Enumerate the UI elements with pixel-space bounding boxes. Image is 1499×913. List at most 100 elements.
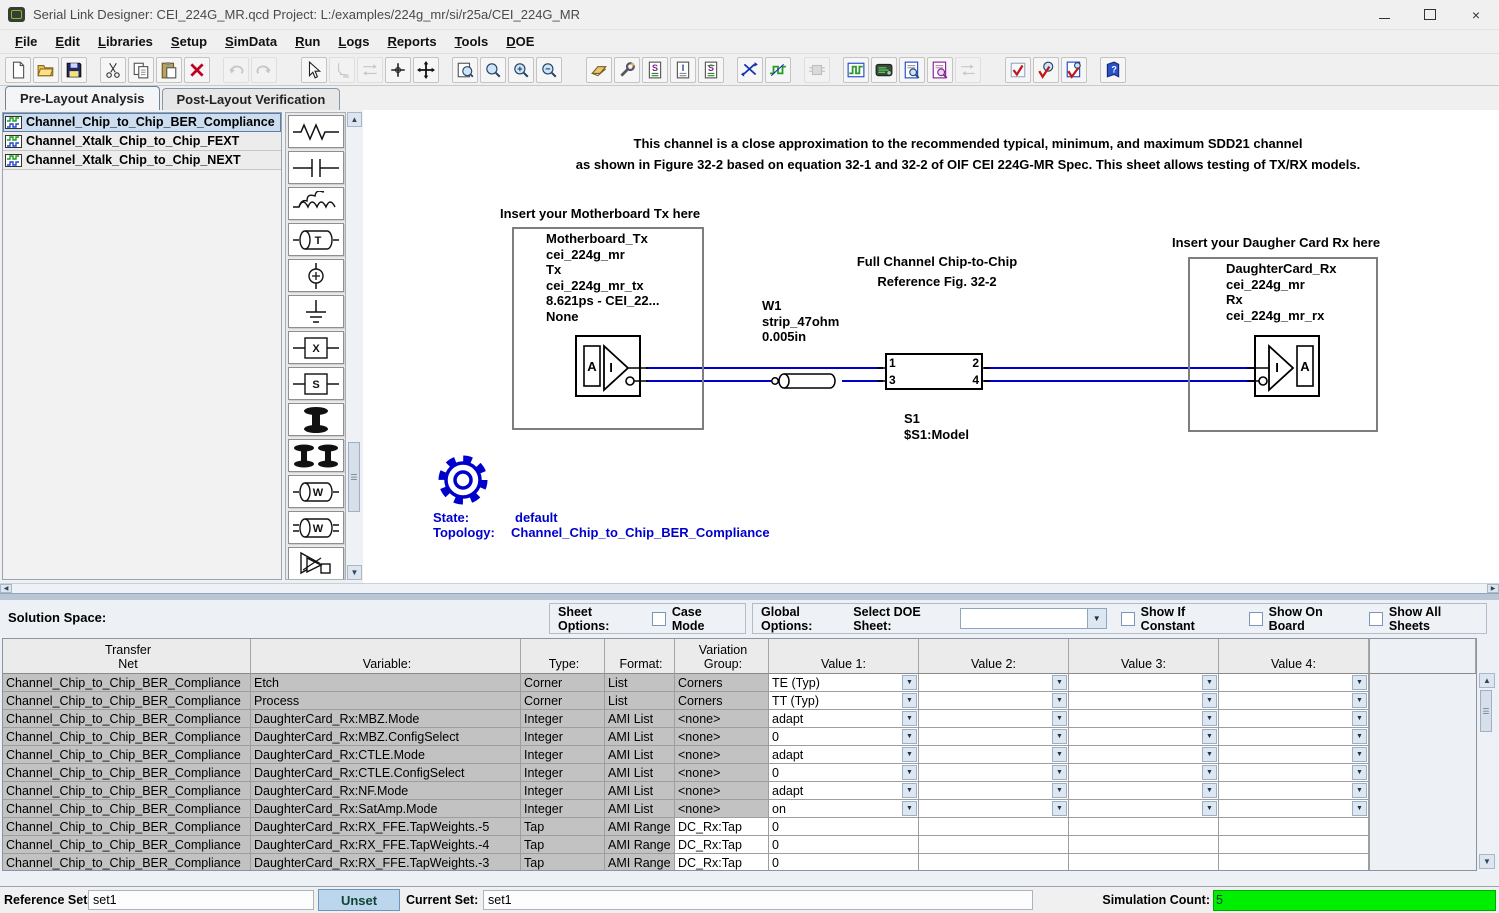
net-waveform-icon[interactable] bbox=[765, 57, 791, 83]
view-netlist-icon[interactable] bbox=[899, 57, 925, 83]
cell-value1[interactable]: 0▼ bbox=[769, 728, 919, 746]
palette-ground[interactable] bbox=[288, 295, 344, 328]
save-file-icon[interactable] bbox=[61, 57, 87, 83]
dropdown-arrow-icon[interactable]: ▼ bbox=[902, 801, 917, 816]
dropdown-arrow-icon[interactable]: ▼ bbox=[1352, 783, 1367, 798]
dropdown-arrow-icon[interactable]: ▼ bbox=[1202, 783, 1217, 798]
scroll-up-icon[interactable]: ▲ bbox=[1479, 673, 1495, 688]
dropdown-arrow-icon[interactable]: ▼ bbox=[1052, 783, 1067, 798]
zoom-full-icon[interactable] bbox=[452, 57, 478, 83]
dropdown-arrow-icon[interactable]: ▼ bbox=[1088, 608, 1107, 629]
menu-setup[interactable]: Setup bbox=[162, 32, 216, 51]
palette-via-pair[interactable] bbox=[288, 439, 344, 472]
palette-s-block[interactable]: S bbox=[288, 367, 344, 400]
net-transfer-icon[interactable] bbox=[737, 57, 763, 83]
minimize-icon[interactable] bbox=[1361, 0, 1407, 29]
dropdown-arrow-icon[interactable]: ▼ bbox=[1202, 693, 1217, 708]
dropdown-arrow-icon[interactable]: ▼ bbox=[1052, 801, 1067, 816]
dropdown-arrow-icon[interactable]: ▼ bbox=[902, 765, 917, 780]
open-file-icon[interactable] bbox=[33, 57, 59, 83]
menu-simdata[interactable]: SimData bbox=[216, 32, 286, 51]
cell-value3[interactable]: ▼ bbox=[1069, 674, 1219, 692]
dropdown-arrow-icon[interactable]: ▼ bbox=[902, 693, 917, 708]
tree-item-xtalk-next[interactable]: Channel_Xtalk_Chip_to_Chip_NEXT bbox=[3, 151, 281, 170]
cell-value3[interactable]: ▼ bbox=[1069, 746, 1219, 764]
case-mode-checkbox[interactable] bbox=[652, 612, 666, 626]
cell-value2[interactable] bbox=[919, 854, 1069, 871]
palette-w-line[interactable]: W bbox=[288, 475, 344, 508]
menu-reports[interactable]: Reports bbox=[378, 32, 445, 51]
dropdown-arrow-icon[interactable]: ▼ bbox=[1052, 711, 1067, 726]
cell-value4[interactable]: ▼ bbox=[1219, 764, 1369, 782]
dropdown-arrow-icon[interactable]: ▼ bbox=[1202, 747, 1217, 762]
dropdown-arrow-icon[interactable]: ▼ bbox=[1352, 729, 1367, 744]
cell-value3[interactable]: ▼ bbox=[1069, 782, 1219, 800]
cell-value1[interactable]: 0 bbox=[769, 818, 919, 836]
cell-value4[interactable]: ▼ bbox=[1219, 674, 1369, 692]
menu-file[interactable]: File bbox=[6, 32, 46, 51]
cell-value3[interactable]: ▼ bbox=[1069, 692, 1219, 710]
move-icon[interactable] bbox=[413, 57, 439, 83]
cell-value2[interactable]: ▼ bbox=[919, 692, 1069, 710]
validate-sheet-icon[interactable] bbox=[1005, 57, 1031, 83]
scroll-down-icon[interactable]: ▼ bbox=[347, 565, 362, 580]
board-wizard-icon[interactable] bbox=[586, 57, 612, 83]
w1-label[interactable]: W1 strip_47ohm 0.005in bbox=[762, 298, 839, 345]
spice-deck-alt-icon[interactable]: S bbox=[698, 57, 724, 83]
menu-tools[interactable]: Tools bbox=[446, 32, 498, 51]
palette-capacitor[interactable] bbox=[288, 151, 344, 184]
dropdown-arrow-icon[interactable]: ▼ bbox=[1202, 765, 1217, 780]
dropdown-arrow-icon[interactable]: ▼ bbox=[902, 783, 917, 798]
cell-value2[interactable]: ▼ bbox=[919, 782, 1069, 800]
menu-doe[interactable]: DOE bbox=[497, 32, 543, 51]
cell-value2[interactable]: ▼ bbox=[919, 674, 1069, 692]
close-icon[interactable]: × bbox=[1453, 0, 1499, 29]
waveform-viewer-icon[interactable] bbox=[843, 57, 869, 83]
sheet-gear-icon[interactable] bbox=[435, 452, 491, 508]
copy-icon[interactable] bbox=[128, 57, 154, 83]
cell-value4[interactable]: ▼ bbox=[1219, 746, 1369, 764]
menu-edit[interactable]: Edit bbox=[46, 32, 89, 51]
dropdown-arrow-icon[interactable]: ▼ bbox=[1352, 765, 1367, 780]
delete-icon[interactable] bbox=[184, 57, 210, 83]
palette-source[interactable] bbox=[288, 259, 344, 292]
schematic-canvas[interactable]: This channel is a close approximation to… bbox=[363, 110, 1499, 583]
cell-value2[interactable]: ▼ bbox=[919, 728, 1069, 746]
dropdown-arrow-icon[interactable]: ▼ bbox=[1202, 711, 1217, 726]
dropdown-arrow-icon[interactable]: ▼ bbox=[1202, 729, 1217, 744]
new-file-icon[interactable] bbox=[5, 57, 31, 83]
cell-value3[interactable]: ▼ bbox=[1069, 710, 1219, 728]
zoom-out-icon[interactable] bbox=[536, 57, 562, 83]
scroll-thumb[interactable]: ☰ bbox=[348, 442, 360, 512]
cell-value4[interactable]: ▼ bbox=[1219, 710, 1369, 728]
dropdown-arrow-icon[interactable]: ▼ bbox=[1352, 801, 1367, 816]
dropdown-arrow-icon[interactable]: ▼ bbox=[1202, 801, 1217, 816]
menu-logs[interactable]: Logs bbox=[329, 32, 378, 51]
model-tune-icon[interactable] bbox=[614, 57, 640, 83]
paste-icon[interactable] bbox=[156, 57, 182, 83]
doe-sheet-combobox[interactable]: ▼ bbox=[960, 608, 1107, 629]
cell-value4[interactable]: ▼ bbox=[1219, 728, 1369, 746]
cell-value2[interactable]: ▼ bbox=[919, 746, 1069, 764]
palette-resistor[interactable] bbox=[288, 115, 344, 148]
dropdown-arrow-icon[interactable]: ▼ bbox=[902, 711, 917, 726]
scroll-up-icon[interactable]: ▲ bbox=[347, 112, 362, 127]
dropdown-arrow-icon[interactable]: ▼ bbox=[1352, 711, 1367, 726]
select-cursor-icon[interactable] bbox=[301, 57, 327, 83]
palette-x-block[interactable]: X bbox=[288, 331, 344, 364]
cell-value1[interactable]: adapt▼ bbox=[769, 746, 919, 764]
cell-value2[interactable]: ▼ bbox=[919, 800, 1069, 818]
tx-buffer-symbol[interactable]: A I bbox=[568, 324, 648, 404]
tab-pre-layout-analysis[interactable]: Pre-Layout Analysis bbox=[5, 86, 160, 110]
dropdown-arrow-icon[interactable]: ▼ bbox=[902, 747, 917, 762]
maximize-icon[interactable] bbox=[1407, 0, 1453, 29]
rx-buffer-symbol[interactable]: I A bbox=[1247, 324, 1327, 404]
cell-value3[interactable] bbox=[1069, 818, 1219, 836]
doe-sheet-value[interactable] bbox=[960, 608, 1088, 629]
scroll-thumb[interactable]: ☰ bbox=[1480, 690, 1492, 732]
tab-post-layout-verification[interactable]: Post-Layout Verification bbox=[162, 88, 341, 110]
cell-value4[interactable] bbox=[1219, 836, 1369, 854]
dropdown-arrow-icon[interactable]: ▼ bbox=[1052, 747, 1067, 762]
cell-value1[interactable]: 0 bbox=[769, 854, 919, 871]
zoom-in-icon[interactable] bbox=[508, 57, 534, 83]
